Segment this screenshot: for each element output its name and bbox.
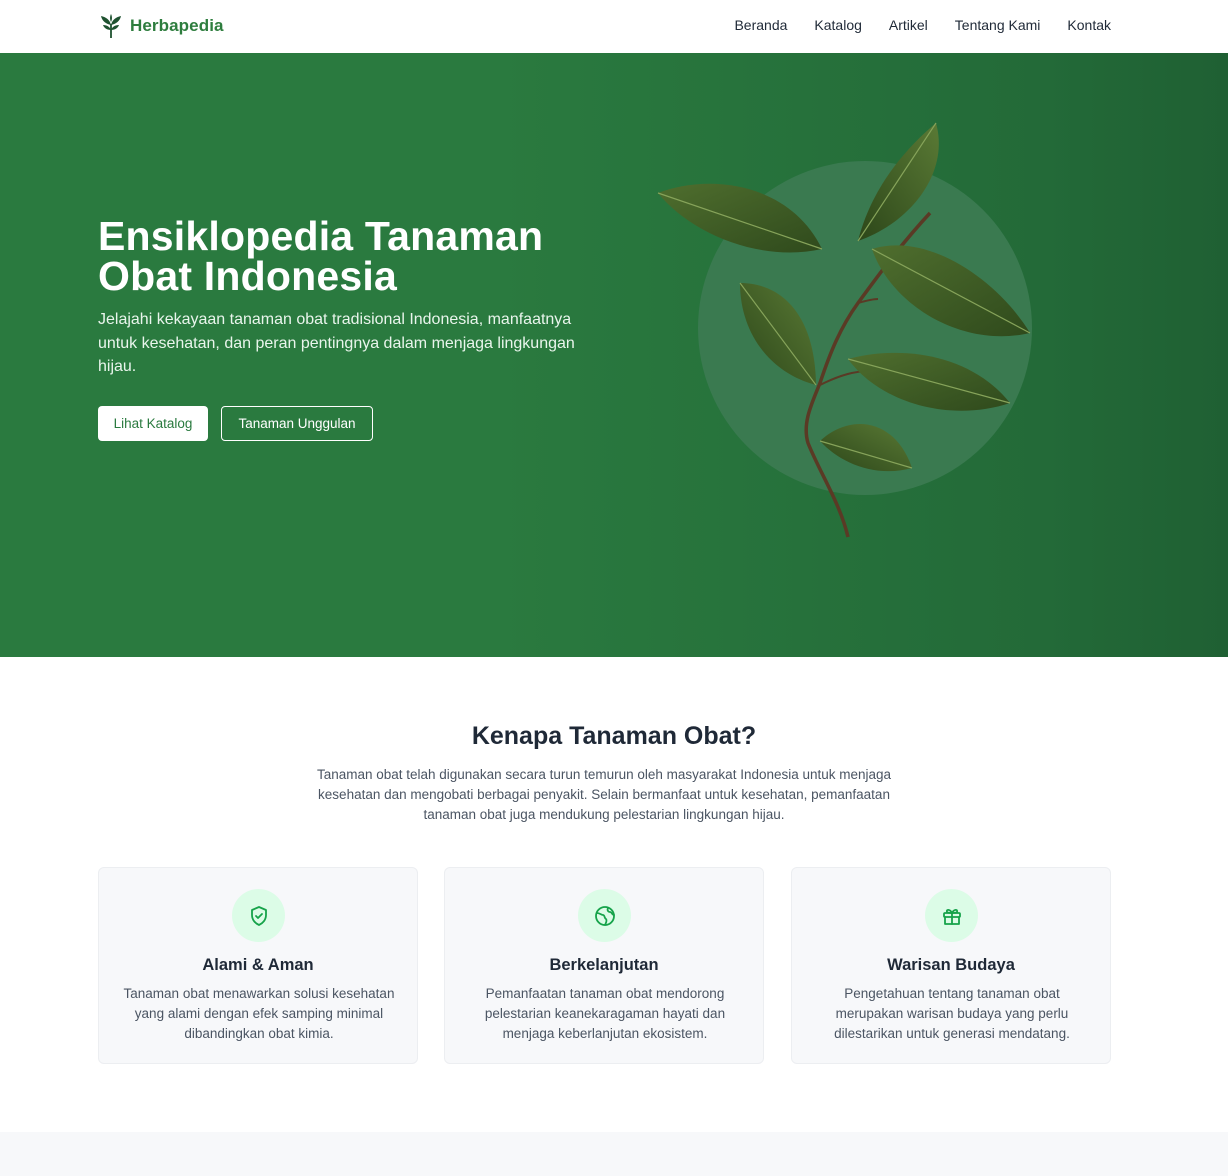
why-title: Kenapa Tanaman Obat?	[471, 722, 757, 750]
shield-check-icon	[232, 889, 285, 942]
feature-card-text: Pengetahuan tentang tanaman obat merupak…	[834, 986, 1070, 1041]
feature-card-title: Warisan Budaya	[887, 956, 1015, 974]
brand-name: Herbapedia	[130, 16, 224, 35]
hero-section: Ensiklopedia Tanaman Obat Indonesia Jela…	[0, 53, 1228, 657]
feature-card-title: Berkelanjutan	[549, 956, 659, 974]
view-catalog-button[interactable]: Lihat Katalog	[98, 406, 208, 441]
next-section-strip	[0, 1132, 1228, 1176]
feature-card-natural: Alami & Aman Tanaman obat menawarkan sol…	[98, 867, 418, 1064]
main-nav: Beranda Katalog Artikel Tentang Kami Kon…	[734, 17, 1111, 33]
brand-logo[interactable]: Herbapedia	[100, 13, 224, 39]
nav-beranda[interactable]: Beranda	[734, 17, 787, 33]
hero-title: Ensiklopedia Tanaman Obat Indonesia	[98, 216, 598, 299]
leaf-logo-icon	[101, 14, 121, 38]
hero-title-line2: Obat Indonesia	[98, 253, 397, 299]
feature-card-sustainable: Berkelanjutan Pemanfaatan tanaman obat m…	[444, 867, 764, 1064]
nav-katalog[interactable]: Katalog	[814, 17, 861, 33]
gift-icon	[925, 889, 978, 942]
leafy-branch-illustration	[657, 122, 1031, 538]
why-description: Tanaman obat telah digunakan secara turu…	[316, 767, 892, 822]
nav-kontak[interactable]: Kontak	[1067, 17, 1111, 33]
feature-card-heritage: Warisan Budaya Pengetahuan tentang tanam…	[791, 867, 1111, 1064]
globe-icon	[578, 889, 631, 942]
feature-card-text: Pemanfaatan tanaman obat mendorong peles…	[484, 986, 726, 1041]
hero-subtitle: Jelajahi kekayaan tanaman obat tradision…	[98, 311, 575, 375]
featured-plants-button[interactable]: Tanaman Unggulan	[221, 406, 373, 441]
site-header: Herbapedia Beranda Katalog Artikel Tenta…	[0, 0, 1228, 53]
feature-card-title: Alami & Aman	[202, 956, 314, 974]
feature-card-text: Tanaman obat menawarkan solusi kesehatan…	[123, 986, 395, 1041]
nav-artikel[interactable]: Artikel	[889, 17, 928, 33]
nav-tentang-kami[interactable]: Tentang Kami	[955, 17, 1041, 33]
